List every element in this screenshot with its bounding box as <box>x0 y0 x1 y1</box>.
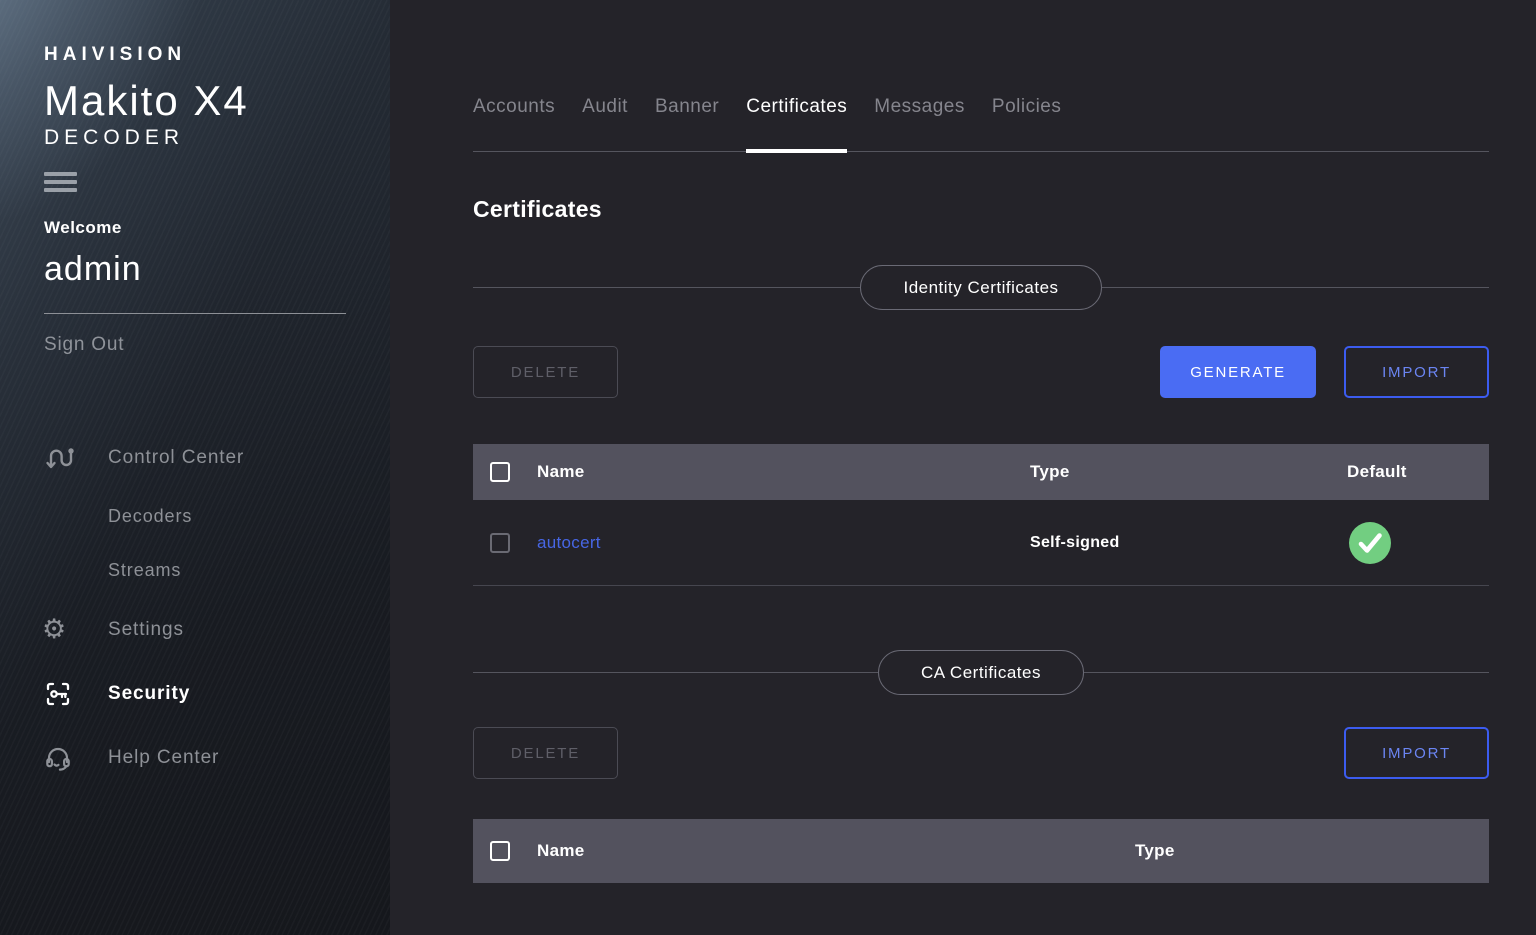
ca-import-button[interactable]: IMPORT <box>1344 727 1489 779</box>
import-button[interactable]: IMPORT <box>1344 346 1489 398</box>
sidebar-item-label: Streams <box>108 560 181 581</box>
identity-actions: DELETE GENERATE IMPORT <box>473 346 1489 398</box>
sidebar-item-streams[interactable]: Streams <box>44 544 346 598</box>
column-header-type: Type <box>1135 841 1489 861</box>
ca-delete-button[interactable]: DELETE <box>473 727 618 779</box>
identity-certificates-table: Name Type Default autocert Self-signed <box>473 444 1489 586</box>
ca-certificates-pill: CA Certificates <box>878 650 1084 695</box>
ca-actions: DELETE IMPORT <box>473 727 1489 779</box>
gear-icon: ⚙ <box>44 616 108 643</box>
tab-banner[interactable]: Banner <box>655 96 719 153</box>
tab-messages[interactable]: Messages <box>874 96 965 153</box>
table-header: Name Type Default <box>473 444 1489 500</box>
sidebar-item-label: Help Center <box>108 747 219 769</box>
sidebar-item-decoders[interactable]: Decoders <box>44 490 346 544</box>
product-subtitle: DECODER <box>44 126 346 150</box>
divider-line <box>473 287 860 288</box>
sidebar-item-control-center[interactable]: Control Center <box>44 426 346 490</box>
column-header-default: Default <box>1347 462 1489 482</box>
certificate-name-link[interactable]: autocert <box>537 533 601 553</box>
divider-line <box>473 672 878 673</box>
ca-certificates-table: Name Type <box>473 819 1489 883</box>
tab-bar: Accounts Audit Banner Certificates Messa… <box>473 96 1489 152</box>
key-frame-icon <box>44 680 108 708</box>
hamburger-menu-icon[interactable] <box>44 172 77 192</box>
column-header-name: Name <box>537 462 1030 482</box>
tab-accounts[interactable]: Accounts <box>473 96 555 153</box>
divider-line <box>1084 672 1489 673</box>
default-check-icon <box>1349 522 1391 564</box>
delete-button[interactable]: DELETE <box>473 346 618 398</box>
username: admin <box>44 250 346 289</box>
table-header: Name Type <box>473 819 1489 883</box>
product-name: Makito X4 <box>44 80 346 122</box>
haivision-logo: HAIVISION <box>44 44 346 66</box>
main-content: Accounts Audit Banner Certificates Messa… <box>390 0 1536 935</box>
tab-audit[interactable]: Audit <box>582 96 628 153</box>
certificate-type: Self-signed <box>1030 534 1347 552</box>
sidebar-item-label: Security <box>108 683 190 705</box>
column-header-type: Type <box>1030 462 1347 482</box>
sidebar-item-help-center[interactable]: Help Center <box>44 726 346 790</box>
route-icon <box>44 444 108 472</box>
ca-select-all-checkbox[interactable] <box>490 841 510 861</box>
identity-certificates-pill: Identity Certificates <box>860 265 1101 310</box>
sign-out-link[interactable]: Sign Out <box>44 334 346 356</box>
app-root: HAIVISION Makito X4 DECODER Welcome admi… <box>0 0 1536 935</box>
sidebar-item-label: Decoders <box>108 506 192 527</box>
page-title: Certificates <box>473 196 1489 223</box>
sidebar: HAIVISION Makito X4 DECODER Welcome admi… <box>0 0 390 935</box>
generate-button[interactable]: GENERATE <box>1160 346 1316 398</box>
sidebar-item-settings[interactable]: ⚙ Settings <box>44 598 346 662</box>
tab-policies[interactable]: Policies <box>992 96 1061 153</box>
user-divider <box>44 313 346 314</box>
select-all-checkbox[interactable] <box>490 462 510 482</box>
row-checkbox[interactable] <box>490 533 510 553</box>
sidebar-item-label: Settings <box>108 619 184 641</box>
ca-certificates-divider: CA Certificates <box>473 650 1489 695</box>
sidebar-item-label: Control Center <box>108 447 244 469</box>
sidebar-nav: Control Center Decoders Streams ⚙ Settin… <box>44 426 346 790</box>
welcome-label: Welcome <box>44 218 346 238</box>
divider-line <box>1102 287 1489 288</box>
identity-certificates-divider: Identity Certificates <box>473 265 1489 310</box>
table-row: autocert Self-signed <box>473 500 1489 586</box>
sidebar-item-security[interactable]: Security <box>44 662 346 726</box>
tab-certificates[interactable]: Certificates <box>746 96 847 153</box>
headset-icon <box>44 744 108 772</box>
column-header-name: Name <box>537 841 1135 861</box>
